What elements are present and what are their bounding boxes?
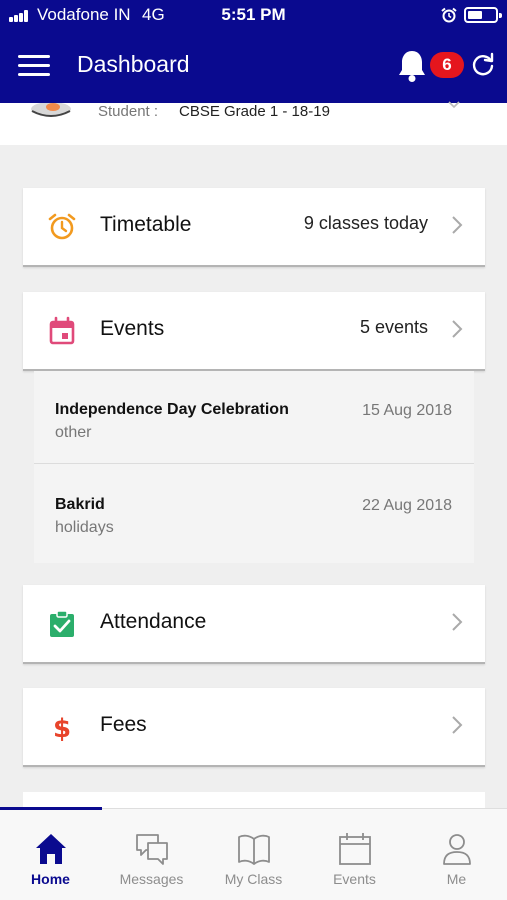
list-item[interactable]: Independence Day Celebration other 15 Au…: [34, 371, 474, 467]
page-title: Dashboard: [77, 51, 190, 77]
chevron-right-icon: [452, 320, 463, 338]
fees-card[interactable]: $ Fees: [23, 688, 485, 767]
event-type: holidays: [55, 519, 114, 536]
nav-me[interactable]: Me: [406, 809, 507, 900]
calendar-icon: [338, 833, 371, 865]
timetable-title: Timetable: [100, 213, 192, 236]
calendar-icon: [49, 316, 75, 345]
student-value: CBSE Grade 1 - 18-19: [179, 103, 330, 120]
nav-label: My Class: [224, 871, 283, 887]
nav-events[interactable]: Events: [304, 809, 405, 900]
refresh-icon[interactable]: [470, 52, 496, 78]
events-count: 5 events: [359, 317, 428, 337]
student-label: Student :: [98, 103, 159, 120]
bottom-nav: Home Messages My Class Events Me: [0, 807, 507, 900]
menu-icon[interactable]: [18, 55, 50, 77]
app-header: Dashboard 6: [0, 30, 507, 103]
events-list: Independence Day Celebration other 15 Au…: [34, 371, 474, 563]
book-icon: [237, 834, 270, 865]
chevron-down-icon: [448, 101, 460, 109]
attendance-title: Attendance: [100, 610, 207, 633]
status-bar: Vodafone IN 4G 5:51 PM: [0, 0, 507, 30]
nav-label: Events: [333, 871, 376, 887]
attendance-card[interactable]: Attendance: [23, 585, 485, 664]
dollar-icon: $: [53, 714, 71, 742]
nav-label: Home: [31, 871, 70, 887]
list-item[interactable]: Bakrid holidays 22 Aug 2018: [34, 463, 474, 559]
person-icon: [442, 834, 471, 865]
notification-badge: 6: [430, 52, 464, 78]
event-name: Independence Day Celebration: [55, 401, 289, 418]
events-card[interactable]: Events 5 events: [23, 292, 485, 371]
event-name: Bakrid: [55, 496, 105, 513]
alarm-clock-icon: [48, 213, 76, 240]
nav-messages[interactable]: Messages: [101, 809, 202, 900]
chevron-right-icon: [452, 716, 463, 734]
event-date: 15 Aug 2018: [362, 402, 452, 419]
timetable-card[interactable]: Timetable 9 classes today: [23, 188, 485, 267]
alarm-icon: [441, 7, 457, 23]
events-title: Events: [100, 317, 165, 340]
messages-icon: [135, 834, 168, 865]
nav-home[interactable]: Home: [0, 809, 101, 900]
event-type: other: [55, 424, 92, 441]
chevron-right-icon: [452, 216, 463, 234]
chevron-right-icon: [452, 613, 463, 631]
timetable-count: 9 classes today: [303, 213, 428, 233]
student-avatar: [31, 103, 71, 117]
clipboard-check-icon: [50, 610, 74, 637]
nav-label: Me: [446, 871, 467, 887]
event-date: 22 Aug 2018: [362, 497, 452, 514]
status-time: 5:51 PM: [221, 5, 286, 24]
nav-label: Messages: [119, 871, 184, 887]
bell-icon[interactable]: [396, 48, 428, 84]
battery-icon: [464, 7, 502, 23]
student-selector[interactable]: Student : CBSE Grade 1 - 18-19: [0, 101, 507, 145]
home-icon: [35, 834, 66, 864]
svg-text:$: $: [53, 714, 71, 742]
nav-my-class[interactable]: My Class: [203, 809, 304, 900]
fees-title: Fees: [100, 713, 147, 736]
